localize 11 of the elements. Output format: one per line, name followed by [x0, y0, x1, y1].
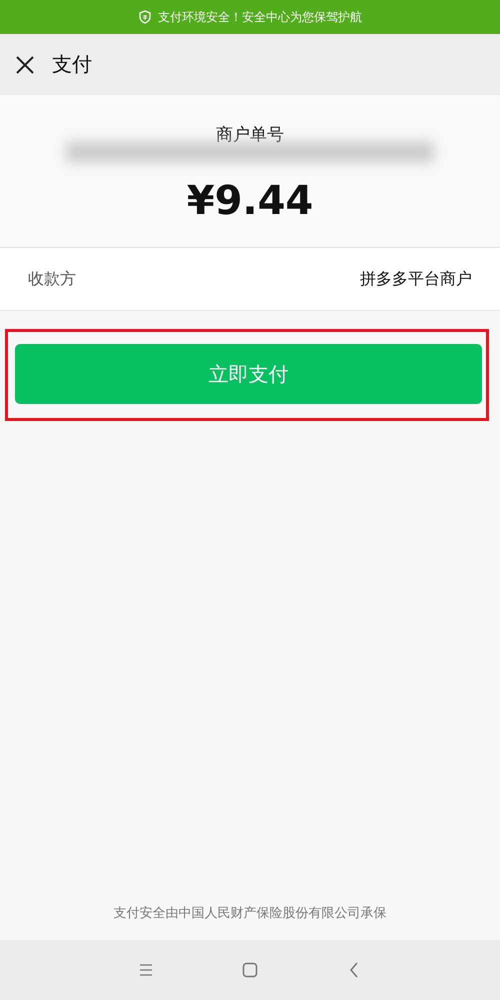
home-icon[interactable] [241, 961, 259, 979]
close-icon[interactable] [14, 54, 36, 76]
payee-label: 收款方 [28, 268, 76, 290]
page-title: 支付 [52, 51, 92, 78]
payment-amount: ¥9.44 [186, 178, 314, 224]
security-message: 支付环境安全！安全中心为您保驾护航 [158, 8, 362, 26]
payee-name: 拼多多平台商户 [360, 268, 472, 290]
insurance-note: 支付安全由中国人民财产保险股份有限公司承保 [114, 906, 386, 921]
shield-icon [138, 10, 152, 24]
order-number-label: 商户单号 [216, 124, 284, 146]
pay-now-button[interactable]: 立即支付 [15, 344, 482, 404]
